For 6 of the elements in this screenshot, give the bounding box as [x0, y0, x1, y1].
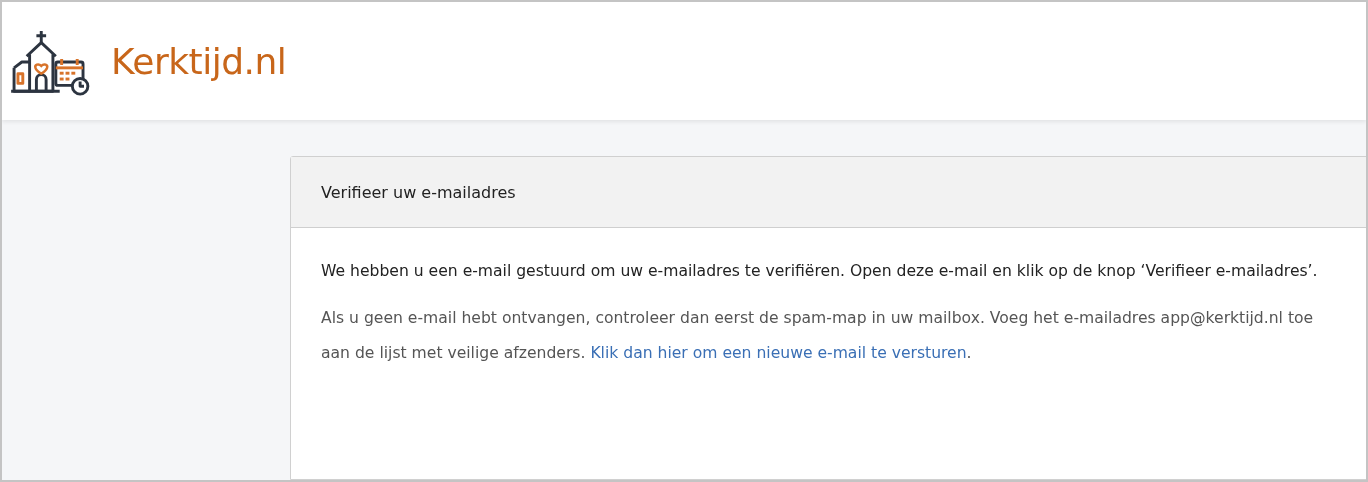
card-title: Verifieer uw e-mailadres [321, 182, 516, 202]
intro-paragraph: We hebben u een e-mail gestuurd om uw e-mailadres te verifiëren. Open deze e-mail en klik op de knop ‘Verifieer e-mailadres’. [321, 261, 1319, 282]
site-name[interactable]: Kerktijd.nl [111, 40, 287, 82]
church-calendar-logo-icon [9, 29, 91, 97]
help-paragraph: Als u geen e-mail hebt ontvangen, controleer dan eerst de spam-map in uw mailbox. Voeg het e-mailadres app@kerktijd.nl toe aan de lijst met veilige afzenders. Klik dan hier om een nieuwe e-mail te versturen. [321, 308, 1315, 364]
resend-email-link[interactable]: Klik dan hier om een nieuwe e-mail te versturen [590, 344, 967, 362]
